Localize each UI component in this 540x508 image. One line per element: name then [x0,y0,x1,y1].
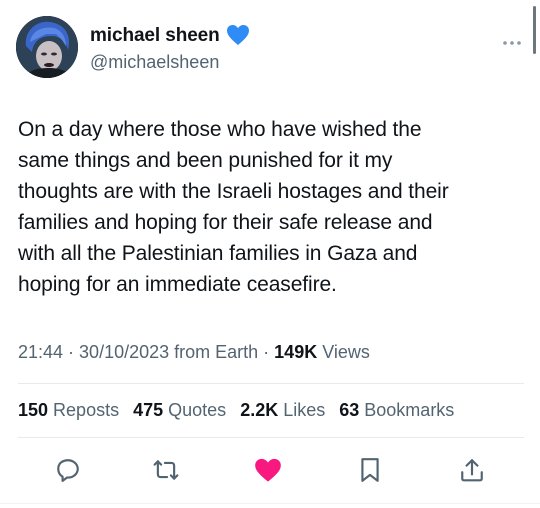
tweet-text: On a day where those who have wished the… [18,118,449,296]
divider [0,503,540,504]
quotes-label: Quotes [168,400,227,420]
bookmark-icon [358,457,382,483]
reposts-stat[interactable]: 150 Reposts [18,400,119,421]
scrollbar[interactable] [533,6,536,54]
likes-stat[interactable]: 2.2K Likes [240,400,325,421]
share-button[interactable] [456,454,488,486]
repost-button[interactable] [150,454,182,486]
tweet-card: michael sheen @michaelsheen On a day whe… [0,0,540,508]
divider [18,383,524,384]
reposts-label: Reposts [53,400,120,420]
tweet-date[interactable]: 30/10/2023 [79,342,169,363]
heart-icon [254,457,282,483]
avatar[interactable] [16,16,78,78]
display-name[interactable]: michael sheen [90,25,220,47]
author-name-row[interactable]: michael sheen [90,24,250,48]
reply-icon [55,457,81,483]
action-bar [0,450,540,490]
bookmarks-label: Bookmarks [364,400,455,420]
meta-separator: · [68,342,75,362]
tweet-source: from Earth [174,342,259,362]
repost-icon [153,457,179,483]
views-count: 149K [274,342,318,362]
share-icon [459,457,485,483]
quotes-stat[interactable]: 475 Quotes [133,400,226,421]
likes-label: Likes [283,400,326,420]
tweet-meta: 21:44 · 30/10/2023 from Earth · 149K Vie… [18,342,370,363]
reply-button[interactable] [52,454,84,486]
quotes-count: 475 [133,400,164,420]
divider [18,437,524,438]
bookmark-button[interactable] [354,454,386,486]
engagement-stats: 150 Reposts 475 Quotes 2.2K Likes 63 Boo… [18,400,454,421]
more-options-icon[interactable] [502,34,522,50]
bookmarks-stat[interactable]: 63 Bookmarks [339,400,454,421]
bookmarks-count: 63 [339,400,360,420]
likes-count: 2.2K [240,400,279,420]
views-label: Views [322,342,370,362]
like-button[interactable] [252,454,284,486]
reposts-count: 150 [18,400,49,420]
tweet-time[interactable]: 21:44 [18,342,63,363]
verified-heart-icon [226,24,250,48]
meta-separator: · [263,342,270,362]
author-handle[interactable]: @michaelsheen [90,52,219,73]
